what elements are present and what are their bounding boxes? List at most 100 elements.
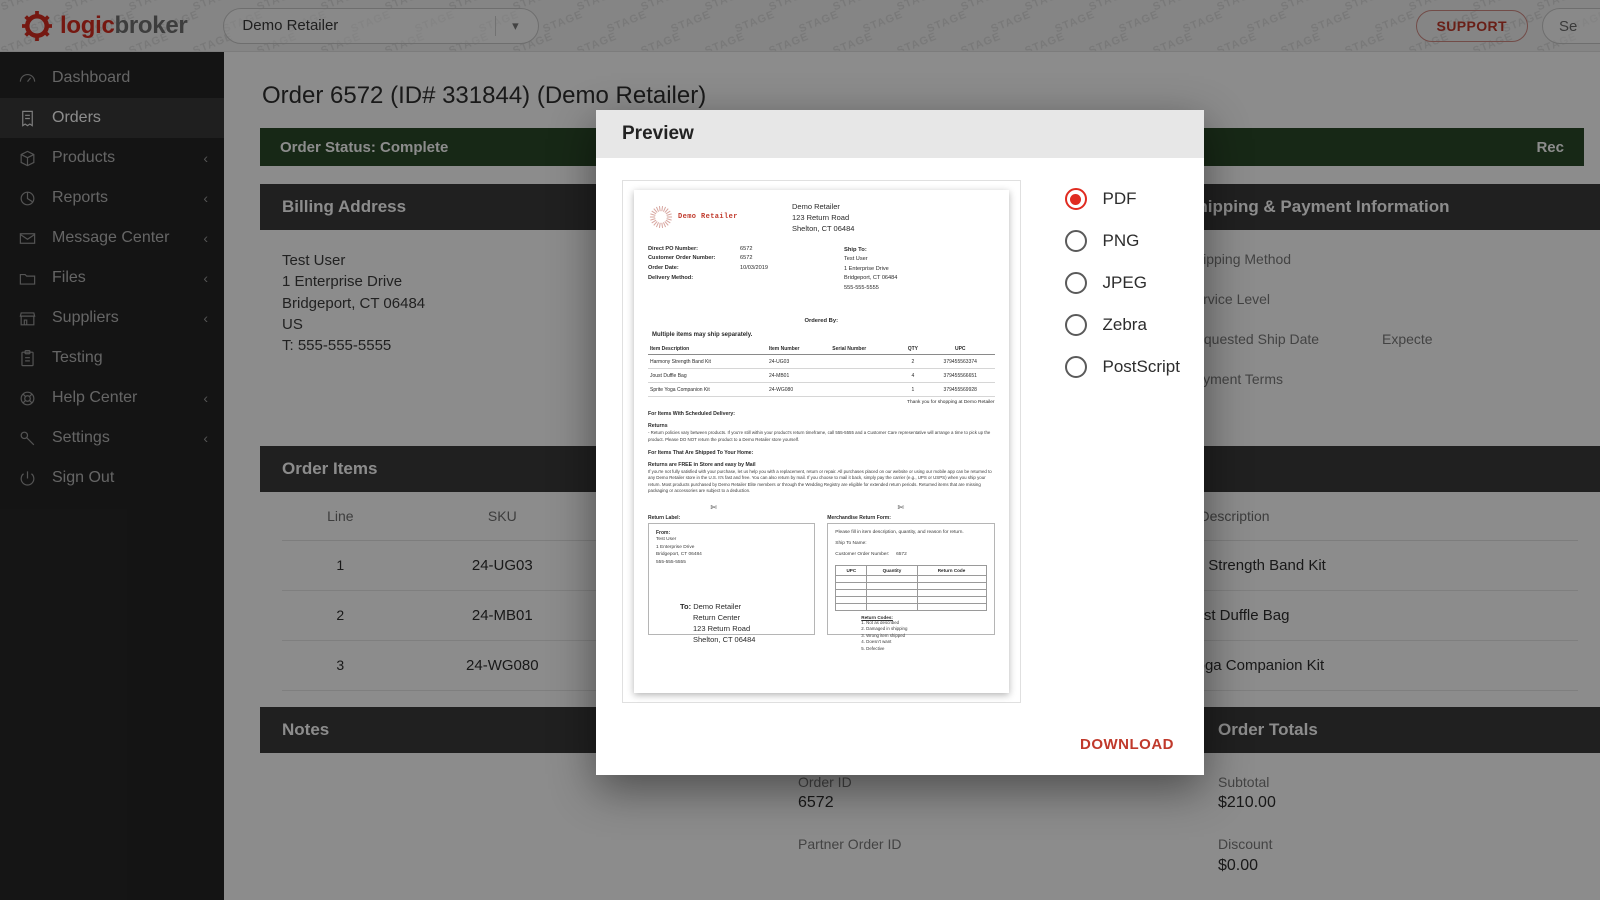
radio-button[interactable] bbox=[1065, 188, 1087, 210]
download-button[interactable]: DOWNLOAD bbox=[1080, 736, 1174, 753]
doc-cell-serial bbox=[830, 369, 899, 383]
doc-cell-serial bbox=[830, 355, 899, 369]
mrf-cell[interactable] bbox=[917, 583, 986, 590]
document-retailer-line: 123 Return Road bbox=[792, 213, 854, 224]
document-header: Demo Retailer Demo Retailer123 Return Ro… bbox=[648, 202, 995, 235]
merch-cust-order-value: 6572 bbox=[896, 552, 907, 557]
return-to-line: Shelton, CT 06484 bbox=[680, 634, 807, 645]
preview-modal-footer: DOWNLOAD bbox=[596, 713, 1204, 775]
return-from-line: Bridgeport, CT 06484 bbox=[656, 551, 807, 559]
mrf-cell[interactable] bbox=[836, 604, 867, 611]
mrf-column-header: UPC bbox=[836, 566, 867, 576]
return-label-box: Return Label: From: Test User1 Enterpris… bbox=[648, 515, 815, 635]
doc-cell-num: 24-MB01 bbox=[767, 369, 830, 383]
doc-cell-upc: 379455566651 bbox=[926, 369, 995, 383]
document-items-table: Item DescriptionItem NumberSerial Number… bbox=[648, 344, 995, 398]
meta-value: 10/03/2019 bbox=[740, 264, 768, 274]
return-from-line: 555-555-5555 bbox=[656, 559, 807, 567]
return-to-line: 123 Return Road bbox=[680, 623, 807, 634]
return-to-block: To: Demo RetailerReturn Center123 Return… bbox=[680, 601, 807, 646]
mrf-cell[interactable] bbox=[917, 590, 986, 597]
document-retailer-address: Demo Retailer123 Return RoadShelton, CT … bbox=[792, 202, 854, 235]
doc-column-header: Serial Number bbox=[830, 344, 899, 355]
mrf-cell[interactable] bbox=[836, 597, 867, 604]
legal-subheading: Returns bbox=[648, 423, 995, 429]
document-meta-row-item: Direct PO Number:6572 bbox=[648, 245, 844, 255]
document-meta-row-item: Customer Order Number:6572 bbox=[648, 254, 844, 264]
document-legal-section: For Items With Scheduled Delivery:Return… bbox=[648, 411, 995, 495]
return-from-line: Test User bbox=[656, 536, 807, 544]
scissor-cut-row: ✄ ✄ bbox=[648, 503, 995, 513]
mrf-blank-row[interactable] bbox=[836, 604, 986, 611]
doc-cell-serial bbox=[830, 383, 899, 397]
mrf-blank-row[interactable] bbox=[836, 576, 986, 583]
merchandise-return-box: Merchandise Return Form: Please fill in … bbox=[827, 515, 994, 635]
doc-column-header: Item Number bbox=[767, 344, 830, 355]
doc-items-header-row: Item DescriptionItem NumberSerial Number… bbox=[648, 344, 995, 355]
return-to-line: To: Demo Retailer bbox=[680, 601, 807, 612]
document-thanks-text: Thank you for shopping at Demo Retailer bbox=[648, 400, 995, 405]
mrf-cell[interactable] bbox=[836, 583, 867, 590]
format-options-group: PDF PNG JPEG Zebra PostScript bbox=[1031, 180, 1180, 713]
merch-return-table: UPCQuantityReturn Code bbox=[835, 565, 986, 611]
document-meta-row-item: Delivery Method: bbox=[648, 274, 844, 284]
ship-to-line: 555-555-5555 bbox=[844, 284, 995, 294]
mrf-cell[interactable] bbox=[836, 590, 867, 597]
merch-return-title: Merchandise Return Form: bbox=[827, 515, 994, 521]
ship-to-line: Bridgeport, CT 06484 bbox=[844, 274, 995, 284]
format-option-label: JPEG bbox=[1103, 273, 1147, 293]
format-option-jpeg[interactable]: JPEG bbox=[1065, 272, 1180, 294]
mrf-cell[interactable] bbox=[917, 597, 986, 604]
return-label-title: Return Label: bbox=[648, 515, 815, 521]
mrf-cell[interactable] bbox=[917, 576, 986, 583]
ship-to-line: 1 Enterprise Drive bbox=[844, 265, 995, 275]
mrf-cell[interactable] bbox=[867, 583, 917, 590]
format-option-pdf[interactable]: PDF bbox=[1065, 188, 1180, 210]
mrf-blank-row[interactable] bbox=[836, 590, 986, 597]
radio-button[interactable] bbox=[1065, 230, 1087, 252]
ship-to-title: Ship To: bbox=[844, 245, 995, 255]
radio-button[interactable] bbox=[1065, 272, 1087, 294]
document-retailer-line: Shelton, CT 06484 bbox=[792, 224, 854, 235]
meta-label: Order Date: bbox=[648, 264, 740, 274]
format-option-label: PostScript bbox=[1103, 357, 1180, 377]
ship-to-lines: Test User1 Enterprise DriveBridgeport, C… bbox=[844, 255, 995, 294]
mrf-cell[interactable] bbox=[867, 576, 917, 583]
merch-cust-order-label: Customer Order Number: bbox=[835, 552, 889, 557]
meta-label: Delivery Method: bbox=[648, 274, 740, 284]
mrf-cell[interactable] bbox=[867, 597, 917, 604]
sunburst-icon bbox=[648, 204, 674, 230]
doc-cell-desc: Harmony Strength Band Kit bbox=[648, 355, 767, 369]
mrf-blank-row[interactable] bbox=[836, 583, 986, 590]
format-option-postscript[interactable]: PostScript bbox=[1065, 356, 1180, 378]
merch-instruction: Please fill in item description, quantit… bbox=[835, 530, 986, 535]
meta-label: Direct PO Number: bbox=[648, 245, 740, 255]
mrf-cell[interactable] bbox=[867, 604, 917, 611]
doc-cell-qty: 2 bbox=[900, 355, 926, 369]
preview-modal-title: Preview bbox=[596, 110, 1204, 158]
mrf-cell[interactable] bbox=[836, 576, 867, 583]
format-option-label: PDF bbox=[1103, 189, 1137, 209]
mrf-blank-row[interactable] bbox=[836, 597, 986, 604]
multiple-items-note: Multiple items may ship separately. bbox=[648, 332, 995, 338]
doc-column-header: UPC bbox=[926, 344, 995, 355]
ordered-by-label: Ordered By: bbox=[648, 318, 995, 324]
mrf-cell[interactable] bbox=[917, 604, 986, 611]
return-code-item: 5. Defective bbox=[861, 646, 986, 652]
return-from-line: 1 Enterprise Drive bbox=[656, 544, 807, 552]
mrf-cell[interactable] bbox=[867, 590, 917, 597]
doc-column-header: QTY bbox=[900, 344, 926, 355]
doc-cell-upc: 379455569928 bbox=[926, 383, 995, 397]
format-option-zebra[interactable]: Zebra bbox=[1065, 314, 1180, 336]
meta-value: 6572 bbox=[740, 254, 752, 264]
legal-body: If you're not fully satisfied with your … bbox=[648, 469, 995, 495]
legal-body: - Return policies vary between products.… bbox=[648, 430, 995, 443]
format-option-label: Zebra bbox=[1103, 315, 1147, 335]
doc-cell-num: 24-WG080 bbox=[767, 383, 830, 397]
radio-button[interactable] bbox=[1065, 314, 1087, 336]
document-preview-frame[interactable]: Demo Retailer Demo Retailer123 Return Ro… bbox=[622, 180, 1021, 703]
doc-cell-desc: Joust Duffle Bag bbox=[648, 369, 767, 383]
format-option-png[interactable]: PNG bbox=[1065, 230, 1180, 252]
return-from-lines: Test User1 Enterprise DriveBridgeport, C… bbox=[656, 536, 807, 567]
radio-button[interactable] bbox=[1065, 356, 1087, 378]
